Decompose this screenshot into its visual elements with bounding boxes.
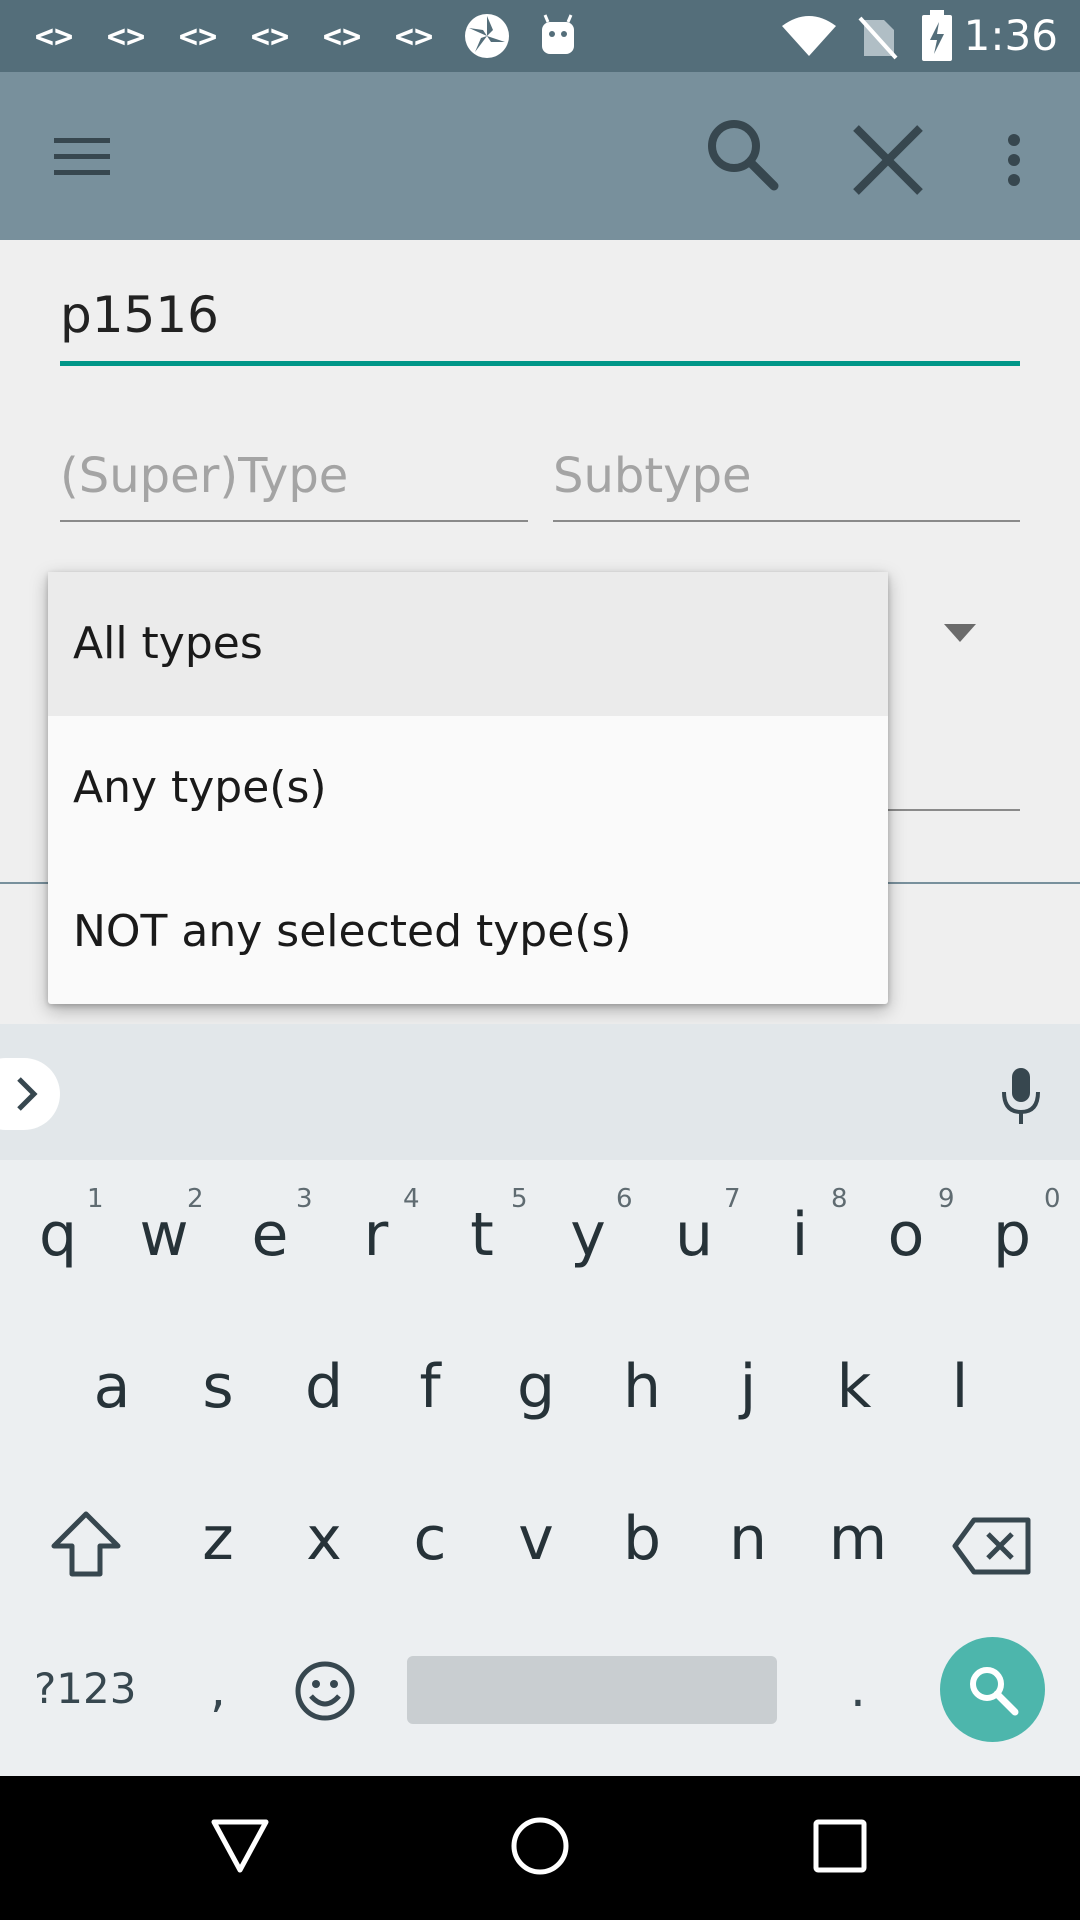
clock: 1:36 (963, 11, 1058, 60)
key-h[interactable]: h (592, 1352, 692, 1422)
search-icon (970, 1667, 1019, 1716)
key-s[interactable]: s (168, 1352, 268, 1422)
key-l[interactable]: l (910, 1352, 1010, 1422)
pinwheel-icon (465, 14, 509, 58)
code-icon: <> (106, 17, 146, 55)
more-vert-icon[interactable] (998, 130, 1030, 190)
symbols-key[interactable]: ?123 (34, 1664, 136, 1713)
key-x[interactable]: x (274, 1504, 374, 1574)
code-icon: <> (178, 17, 218, 55)
key-period[interactable]: . (850, 1660, 866, 1718)
microphone-icon[interactable] (998, 1066, 1044, 1128)
back-icon[interactable] (210, 1818, 270, 1874)
key-m[interactable]: m (808, 1504, 908, 1574)
key-g[interactable]: g (486, 1352, 586, 1422)
space-bar[interactable] (407, 1656, 777, 1724)
menu-icon[interactable] (52, 132, 114, 182)
key-c[interactable]: c (380, 1504, 480, 1574)
code-icon: <> (34, 17, 74, 55)
key-hint-4: 4 (403, 1184, 420, 1214)
spinner-underline (880, 809, 1020, 811)
dropdown-option-not-any-types[interactable]: NOT any selected type(s) (48, 860, 888, 1004)
app-bar (0, 72, 1080, 240)
key-a[interactable]: a (62, 1352, 162, 1422)
key-hint-5: 5 (511, 1184, 528, 1214)
navigation-bar (0, 1776, 1080, 1920)
key-v[interactable]: v (486, 1504, 586, 1574)
subtype-input[interactable]: Subtype (553, 448, 1013, 512)
wifi-icon (782, 16, 836, 56)
dropdown-option-any-types[interactable]: Any type(s) (48, 716, 888, 860)
key-hint-9: 9 (938, 1184, 955, 1214)
key-hint-2: 2 (187, 1184, 204, 1214)
shift-icon[interactable] (50, 1510, 122, 1578)
key-f[interactable]: f (380, 1352, 480, 1422)
key-k[interactable]: k (804, 1352, 904, 1422)
code-icon: <> (394, 17, 434, 55)
android-icon (542, 14, 574, 54)
suggestion-strip (0, 1024, 1080, 1160)
key-hint-6: 6 (616, 1184, 633, 1214)
key-hint-0: 0 (1044, 1184, 1061, 1214)
key-j[interactable]: j (698, 1352, 798, 1422)
emoji-icon[interactable] (294, 1660, 356, 1722)
dropdown-option-all-types[interactable]: All types (48, 572, 888, 716)
status-bar: <> <> <> <> <> <> 1:36 (0, 0, 1080, 72)
supertype-input[interactable]: (Super)Type (60, 448, 520, 512)
key-z[interactable]: z (168, 1504, 268, 1574)
home-icon[interactable] (510, 1816, 570, 1876)
code-icon: <> (250, 17, 290, 55)
expand-suggestions-button[interactable] (0, 1058, 60, 1130)
spinner-arrow-icon[interactable] (944, 624, 976, 642)
key-d[interactable]: d (274, 1352, 374, 1422)
key-hint-3: 3 (296, 1184, 313, 1214)
code-icon: <> (322, 17, 362, 55)
supertype-underline (60, 520, 528, 522)
name-input-underline (60, 361, 1020, 366)
recents-icon[interactable] (812, 1818, 868, 1874)
no-sim-icon (858, 16, 898, 60)
key-hint-8: 8 (831, 1184, 848, 1214)
key-b[interactable]: b (592, 1504, 692, 1574)
battery-charging-icon (922, 10, 952, 61)
keyboard-search-button[interactable] (940, 1637, 1045, 1742)
key-n[interactable]: n (698, 1504, 798, 1574)
key-hint-7: 7 (724, 1184, 741, 1214)
chevron-right-icon (17, 1077, 38, 1111)
type-match-dropdown: All types Any type(s) NOT any selected t… (48, 572, 888, 1004)
name-input[interactable]: p1516 (60, 286, 1020, 356)
backspace-icon[interactable] (952, 1516, 1034, 1576)
subtype-underline (553, 520, 1020, 522)
key-comma[interactable]: , (210, 1660, 226, 1718)
key-hint-1: 1 (87, 1184, 104, 1214)
close-icon[interactable] (850, 122, 926, 198)
search-icon[interactable] (700, 112, 784, 196)
